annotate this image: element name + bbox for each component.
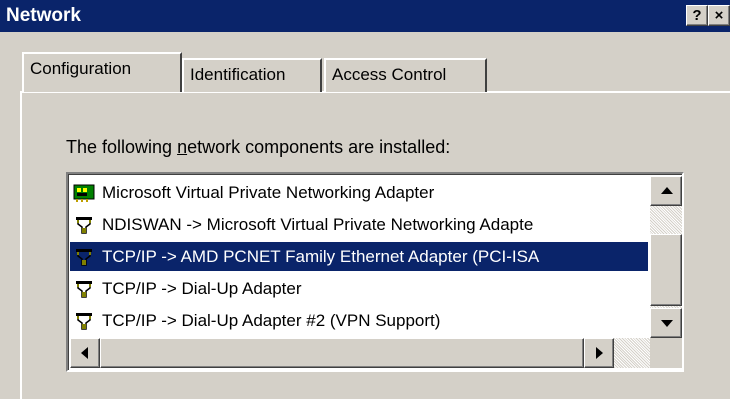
list-item-label: TCP/IP -> AMD PCNET Family Ethernet Adap…	[102, 247, 540, 266]
up-arrow-icon	[661, 187, 673, 194]
tab-access-control[interactable]: Access Control	[324, 58, 487, 92]
right-arrow-icon	[596, 347, 603, 359]
protocol-icon	[73, 311, 95, 331]
network-dialog: Network ? × Configuration Identification…	[0, 0, 730, 399]
list-item-label: NDISWAN -> Microsoft Virtual Private Net…	[102, 215, 534, 234]
left-arrow-icon	[81, 347, 88, 359]
list-item[interactable]: TCP/IP -> AMD PCNET Family Ethernet Adap…	[70, 242, 648, 271]
list-item[interactable]: TCP/IP -> Dial-Up Adapter	[70, 274, 648, 303]
horizontal-scrollbar[interactable]	[70, 338, 650, 368]
scroll-right-button[interactable]	[584, 338, 614, 368]
scroll-left-button[interactable]	[70, 338, 100, 368]
list-item[interactable]: Microsoft Virtual Private Networking Ada…	[70, 178, 648, 207]
tab-configuration[interactable]: Configuration	[22, 52, 182, 92]
protocol-icon	[73, 279, 95, 299]
protocol-icon	[73, 215, 95, 235]
vertical-scrollbar[interactable]	[650, 176, 682, 338]
list-item[interactable]: TCP/IP -> Dial-Up Adapter #2 (VPN Suppor…	[70, 306, 648, 335]
vertical-scroll-thumb[interactable]	[650, 234, 682, 306]
scroll-down-button[interactable]	[650, 308, 682, 338]
tab-strip: Configuration Identification Access Cont…	[0, 32, 730, 102]
scrollbar-corner	[650, 338, 682, 368]
window-title: Network	[6, 5, 81, 26]
components-list: Microsoft Virtual Private Networking Ada…	[70, 176, 648, 338]
scroll-up-button[interactable]	[650, 176, 682, 206]
horizontal-scroll-thumb[interactable]	[100, 338, 584, 368]
list-item-label: Microsoft Virtual Private Networking Ada…	[102, 183, 435, 202]
close-button[interactable]: ×	[708, 5, 730, 26]
protocol-icon	[73, 247, 95, 267]
help-button[interactable]: ?	[686, 5, 708, 26]
tab-identification[interactable]: Identification	[182, 58, 322, 92]
components-listbox[interactable]: Microsoft Virtual Private Networking Ada…	[66, 172, 684, 372]
components-label: The following network components are ins…	[66, 137, 451, 157]
list-item-label: TCP/IP -> Dial-Up Adapter #2 (VPN Suppor…	[102, 311, 441, 330]
down-arrow-icon	[661, 320, 673, 327]
list-item[interactable]: NDISWAN -> Microsoft Virtual Private Net…	[70, 210, 648, 239]
title-bar[interactable]: Network ? ×	[0, 0, 730, 32]
list-item-label: TCP/IP -> Dial-Up Adapter	[102, 279, 302, 298]
network-adapter-icon	[73, 183, 95, 203]
